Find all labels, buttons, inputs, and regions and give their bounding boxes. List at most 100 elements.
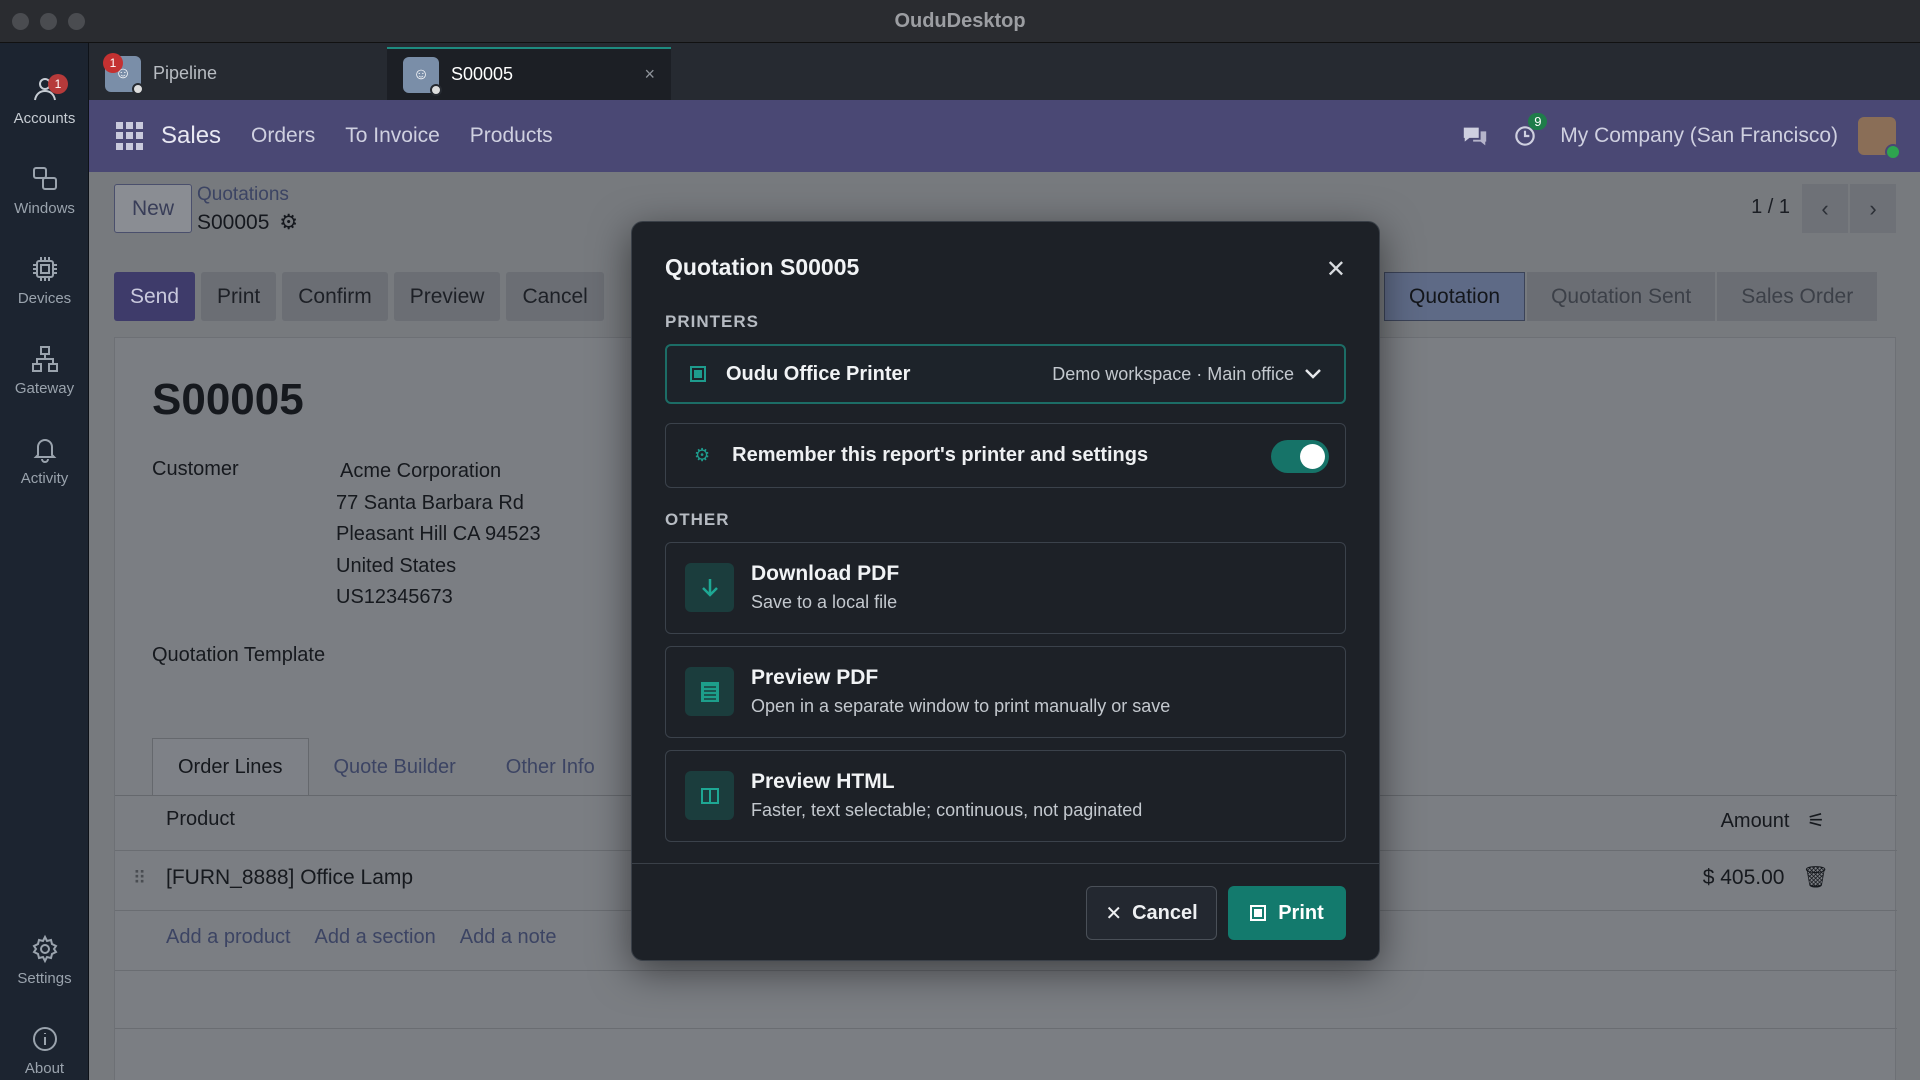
pager-prev-button[interactable]: ‹ bbox=[1802, 184, 1848, 233]
chat-icon[interactable] bbox=[1460, 121, 1490, 151]
close-icon[interactable]: × bbox=[644, 64, 655, 85]
option-subtitle: Open in a separate window to print manua… bbox=[751, 696, 1171, 716]
document-icon bbox=[685, 667, 734, 716]
add-line-links: Add a product Add a section Add a note bbox=[166, 926, 556, 949]
send-button[interactable]: Send bbox=[114, 272, 196, 321]
rail-item-devices[interactable]: Devices bbox=[0, 240, 89, 320]
preview-html-option[interactable]: Preview HTML Faster, text selectable; co… bbox=[665, 750, 1346, 842]
status-bar: Quotation Quotation Sent Sales Order bbox=[1384, 272, 1879, 321]
rail-label: Windows bbox=[14, 199, 75, 217]
add-section-link[interactable]: Add a section bbox=[315, 926, 436, 949]
cancel-order-button[interactable]: Cancel bbox=[506, 272, 604, 321]
cancel-button[interactable]: ✕ Cancel bbox=[1086, 886, 1217, 940]
column-header-amount: Amount ⚟ bbox=[1721, 808, 1825, 833]
drag-handle-icon[interactable]: ⠿ bbox=[133, 868, 146, 889]
rail-item-settings[interactable]: Settings bbox=[0, 920, 89, 1000]
stage-quotation-sent[interactable]: Quotation Sent bbox=[1527, 272, 1716, 321]
option-title: Preview PDF bbox=[751, 666, 879, 689]
network-icon bbox=[31, 345, 58, 372]
gear-icon[interactable]: ⚙ bbox=[279, 211, 298, 234]
chevron-down-icon bbox=[1305, 369, 1321, 379]
other-section-label: OTHER bbox=[665, 510, 730, 529]
option-title: Download PDF bbox=[751, 562, 900, 585]
tab-other-info[interactable]: Other Info bbox=[481, 738, 620, 796]
close-window-button[interactable] bbox=[12, 13, 29, 30]
download-icon bbox=[685, 563, 734, 612]
user-avatar[interactable] bbox=[1858, 117, 1901, 160]
nav-orders[interactable]: Orders bbox=[251, 124, 315, 148]
preview-pdf-option[interactable]: Preview PDF Open in a separate window to… bbox=[665, 646, 1346, 738]
preview-button[interactable]: Preview bbox=[393, 272, 501, 321]
zoom-window-button[interactable] bbox=[68, 13, 85, 30]
add-product-link[interactable]: Add a product bbox=[166, 926, 291, 949]
line-product[interactable]: [FURN_8888] Office Lamp bbox=[166, 866, 413, 890]
breadcrumb-current: S00005 ⚙ bbox=[197, 210, 298, 235]
breadcrumb-quotations[interactable]: Quotations bbox=[197, 184, 289, 206]
customer-label: Customer bbox=[152, 458, 239, 480]
print-label: Print bbox=[1278, 901, 1324, 924]
divider bbox=[115, 970, 1897, 971]
download-pdf-option[interactable]: Download PDF Save to a local file bbox=[665, 542, 1346, 634]
new-button[interactable]: New bbox=[114, 184, 192, 233]
left-rail: 1 Accounts Windows Devices Gateway Activ… bbox=[0, 43, 89, 1080]
print-button[interactable]: Print bbox=[201, 272, 277, 321]
rail-label: Activity bbox=[20, 469, 69, 487]
printer-icon bbox=[690, 366, 706, 382]
customer-country: United States bbox=[336, 555, 457, 577]
dialog-footer: ✕ Cancel Print bbox=[632, 863, 1379, 960]
stage-quotation[interactable]: Quotation bbox=[1384, 272, 1526, 321]
gear-icon: ⚙ bbox=[694, 445, 711, 465]
stage-sales-order[interactable]: Sales Order bbox=[1717, 272, 1878, 321]
breadcrumb-current-label: S00005 bbox=[197, 211, 270, 234]
divider bbox=[115, 1028, 1897, 1029]
trash-icon[interactable]: 🗑 bbox=[1802, 866, 1829, 889]
close-icon: ✕ bbox=[1105, 902, 1123, 925]
customer-street: 77 Santa Barbara Rd bbox=[336, 492, 524, 514]
line-amount: $ 405.00 🗑 bbox=[1703, 866, 1829, 890]
company-switcher[interactable]: My Company (San Francisco) bbox=[1560, 124, 1838, 148]
nav-to-invoice[interactable]: To Invoice bbox=[345, 124, 440, 148]
remember-settings-row: ⚙ Remember this report's printer and set… bbox=[665, 423, 1346, 488]
customer-vat: US12345673 bbox=[336, 586, 453, 608]
rail-item-windows[interactable]: Windows bbox=[0, 150, 89, 230]
apps-menu-icon[interactable] bbox=[116, 122, 144, 150]
customer-name[interactable]: Acme Corporation bbox=[340, 456, 501, 488]
printer-select[interactable]: Oudu Office Printer Demo workspace · Mai… bbox=[665, 344, 1346, 404]
minimize-window-button[interactable] bbox=[40, 13, 57, 30]
tab-label: S00005 bbox=[451, 64, 514, 84]
add-note-link[interactable]: Add a note bbox=[460, 926, 557, 949]
avatar: ☺ 1 bbox=[103, 52, 144, 95]
activity-clock-icon[interactable]: 9 bbox=[1510, 113, 1548, 151]
windows-icon bbox=[32, 166, 57, 190]
print-button[interactable]: Print bbox=[1228, 886, 1346, 940]
tab-bar: ☺ 1 Pipeline ☺ S00005 × bbox=[89, 43, 1920, 100]
rail-item-about[interactable]: About bbox=[0, 1010, 89, 1080]
rail-label: About bbox=[24, 1059, 65, 1077]
rail-label: Devices bbox=[17, 289, 72, 307]
rail-item-activity[interactable]: Activity bbox=[0, 420, 89, 500]
app-brand[interactable]: Sales bbox=[161, 122, 221, 150]
option-title: Preview HTML bbox=[751, 770, 895, 793]
tab-s00005[interactable]: ☺ S00005 × bbox=[387, 47, 671, 100]
nav-products[interactable]: Products bbox=[470, 124, 553, 148]
tab-badge: 1 bbox=[103, 52, 123, 73]
tab-order-lines[interactable]: Order Lines bbox=[152, 738, 309, 796]
line-amount-value: $ 405.00 bbox=[1702, 866, 1785, 889]
confirm-button[interactable]: Confirm bbox=[282, 272, 388, 321]
rail-label: Gateway bbox=[14, 379, 75, 397]
rail-item-gateway[interactable]: Gateway bbox=[0, 330, 89, 410]
template-label: Quotation Template bbox=[152, 644, 326, 666]
pager-next-button[interactable]: › bbox=[1850, 184, 1896, 233]
accounts-badge: 1 bbox=[48, 74, 68, 94]
remember-settings-toggle[interactable] bbox=[1271, 440, 1329, 473]
close-icon[interactable]: ✕ bbox=[1326, 255, 1346, 284]
rail-item-accounts[interactable]: 1 Accounts bbox=[0, 60, 89, 140]
tab-pipeline[interactable]: ☺ 1 Pipeline bbox=[89, 47, 374, 100]
chip-icon bbox=[32, 256, 57, 281]
column-settings-icon[interactable]: ⚟ bbox=[1807, 810, 1825, 832]
app-navbar: Sales Orders To Invoice Products 9 My Co… bbox=[89, 100, 1920, 172]
tab-quote-builder[interactable]: Quote Builder bbox=[309, 738, 481, 796]
remember-settings-label: Remember this report's printer and setti… bbox=[732, 444, 1149, 466]
pager-value: 1 / 1 bbox=[1751, 196, 1790, 218]
window-title: OuduDesktop bbox=[894, 9, 1026, 32]
